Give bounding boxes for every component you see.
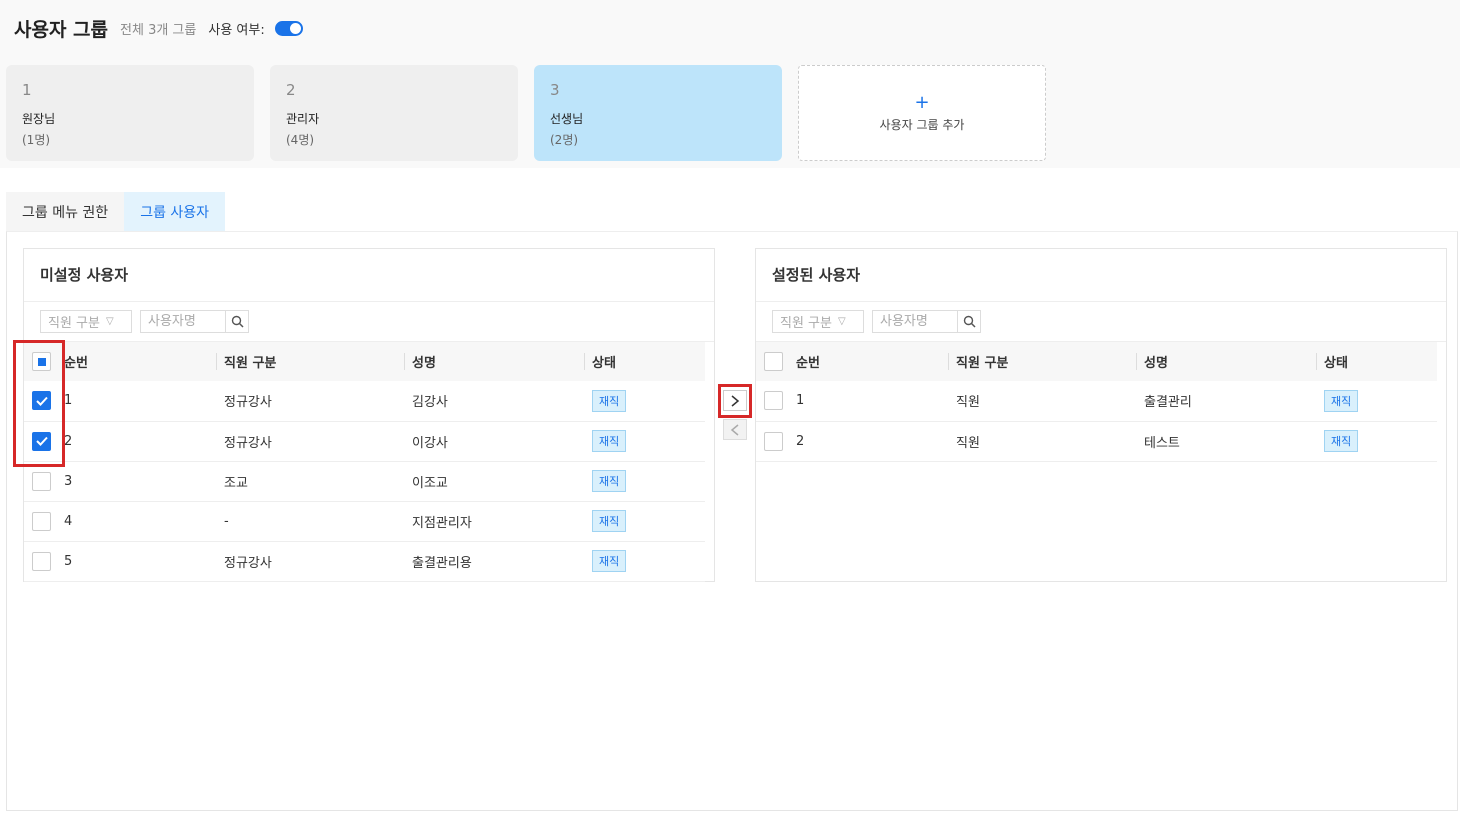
cell-name: 지점관리자 <box>412 515 472 531</box>
row-checkbox[interactable] <box>32 511 51 531</box>
cell-no: 2 <box>64 433 73 449</box>
row-checkbox[interactable] <box>32 471 51 491</box>
cell-name: 출결관리용 <box>412 555 472 571</box>
row-checkbox[interactable] <box>32 551 51 571</box>
table-row[interactable]: 3 조교 이조교 재직 <box>24 461 705 501</box>
row-checkbox[interactable] <box>764 431 783 451</box>
toggle-knob <box>289 22 301 34</box>
chevron-left-icon <box>730 423 739 436</box>
cell-type: 조교 <box>224 475 248 491</box>
chevron-down-icon: ▽ <box>837 316 846 327</box>
use-toggle[interactable] <box>274 20 303 36</box>
table-row[interactable]: 2 직원 테스트 재직 <box>756 421 1437 461</box>
filter-bar: 직원 구분 ▽ <box>24 302 714 342</box>
status-badge: 재직 <box>592 470 627 492</box>
group-card-1[interactable]: 1 원장님 (1명) <box>6 65 254 161</box>
assigned-table: 순번 직원 구분 성명 상태 1 직원 출결관리 재직 2 직원 테스트 재직 <box>756 342 1437 462</box>
table-header: 순번 직원 구분 성명 상태 <box>24 342 705 381</box>
chevron-down-icon: ▽ <box>105 316 114 327</box>
cell-name: 테스트 <box>1144 435 1180 451</box>
add-group-label: 사용자 그룹 추가 <box>879 117 965 132</box>
row-checkbox[interactable] <box>764 391 783 411</box>
cell-type: 정규강사 <box>224 395 272 411</box>
cell-no: 1 <box>64 393 73 409</box>
panel-title: 설정된 사용자 <box>756 249 1446 302</box>
status-badge: 재직 <box>592 389 627 412</box>
plus-icon: + <box>914 91 930 113</box>
title-row: 사용자 그룹 전체 3개 그룹 사용 여부: <box>14 14 303 42</box>
column-header: 성명 <box>1136 342 1316 381</box>
add-group-button[interactable]: + 사용자 그룹 추가 <box>798 65 1046 161</box>
cell-name: 출결관리 <box>1144 395 1192 411</box>
unassigned-users-panel: 미설정 사용자 직원 구분 ▽ 순번 직원 구분 성명 상태 <box>23 248 715 582</box>
table-row[interactable]: 1 정규강사 김강사 재직 <box>24 381 705 421</box>
cell-no: 1 <box>796 393 805 409</box>
search-icon[interactable] <box>226 311 248 332</box>
status-badge: 재직 <box>1324 389 1359 412</box>
search-icon[interactable] <box>958 311 980 332</box>
filter-bar: 직원 구분 ▽ <box>756 302 1446 342</box>
column-header: 순번 <box>64 356 88 371</box>
cell-type: 정규강사 <box>224 435 272 451</box>
tab-bar: 그룹 메뉴 권한 그룹 사용자 <box>6 192 226 231</box>
checkbox-highlight-box <box>13 340 65 467</box>
column-header: 상태 <box>1316 342 1437 381</box>
group-number: 1 <box>22 81 32 99</box>
staff-type-select[interactable]: 직원 구분 ▽ <box>772 310 864 333</box>
search-input[interactable] <box>873 311 958 332</box>
group-name: 원장님 <box>22 112 56 126</box>
table-row[interactable]: 5 정규강사 출결관리용 재직 <box>24 541 705 581</box>
cell-type: 정규강사 <box>224 555 272 571</box>
cell-type: 직원 <box>956 435 980 451</box>
staff-type-select[interactable]: 직원 구분 ▽ <box>40 310 132 333</box>
column-header: 직원 구분 <box>948 342 1136 381</box>
panel-title: 미설정 사용자 <box>24 249 714 302</box>
status-badge: 재직 <box>592 510 627 532</box>
search-box <box>872 310 981 333</box>
column-header: 성명 <box>404 342 584 381</box>
select-value: 직원 구분 <box>780 316 832 331</box>
cell-name: 이강사 <box>412 435 448 451</box>
group-number: 3 <box>550 81 560 99</box>
group-number: 2 <box>286 81 296 99</box>
search-box <box>140 310 249 333</box>
unassigned-table: 순번 직원 구분 성명 상태 1 정규강사 김강사 재직 2 정규강사 이강사 … <box>24 342 705 582</box>
group-member-count: (1명) <box>22 133 51 147</box>
column-header: 순번 <box>796 356 820 371</box>
assigned-users-panel: 설정된 사용자 직원 구분 ▽ 순번 직원 구분 성명 상태 <box>755 248 1447 582</box>
group-member-count: (4명) <box>286 133 315 147</box>
cell-name: 김강사 <box>412 395 448 411</box>
cell-type: - <box>224 513 229 529</box>
group-count: 전체 3개 그룹 <box>120 22 197 38</box>
tab-group-users[interactable]: 그룹 사용자 <box>124 192 226 231</box>
use-label: 사용 여부: <box>208 22 265 38</box>
status-badge: 재직 <box>592 550 627 572</box>
table-header: 순번 직원 구분 성명 상태 <box>756 342 1437 381</box>
status-badge: 재직 <box>1324 430 1359 452</box>
cell-no: 4 <box>64 513 73 529</box>
cell-no: 3 <box>64 473 73 489</box>
page-title: 사용자 그룹 <box>14 18 109 41</box>
select-all-checkbox[interactable] <box>764 352 783 371</box>
column-header: 직원 구분 <box>216 342 404 381</box>
group-card-2[interactable]: 2 관리자 (4명) <box>270 65 518 161</box>
search-input[interactable] <box>141 311 226 332</box>
group-member-count: (2명) <box>550 133 579 147</box>
cell-type: 직원 <box>956 395 980 411</box>
group-name: 선생님 <box>550 112 584 126</box>
cell-name: 이조교 <box>412 475 448 491</box>
group-card-3[interactable]: 3 선생님 (2명) <box>534 65 782 161</box>
column-header: 상태 <box>584 342 705 381</box>
cell-no: 5 <box>64 553 73 569</box>
status-badge: 재직 <box>592 430 627 452</box>
select-value: 직원 구분 <box>48 316 100 331</box>
group-name: 관리자 <box>286 112 320 126</box>
table-row[interactable]: 2 정규강사 이강사 재직 <box>24 421 705 461</box>
table-row[interactable]: 4 - 지점관리자 재직 <box>24 501 705 541</box>
move-button-highlight-box <box>718 384 752 418</box>
tab-group-menu-permission[interactable]: 그룹 메뉴 권한 <box>6 192 125 231</box>
cell-no: 2 <box>796 433 805 449</box>
table-row[interactable]: 1 직원 출결관리 재직 <box>756 381 1437 421</box>
move-left-button[interactable] <box>723 419 747 440</box>
